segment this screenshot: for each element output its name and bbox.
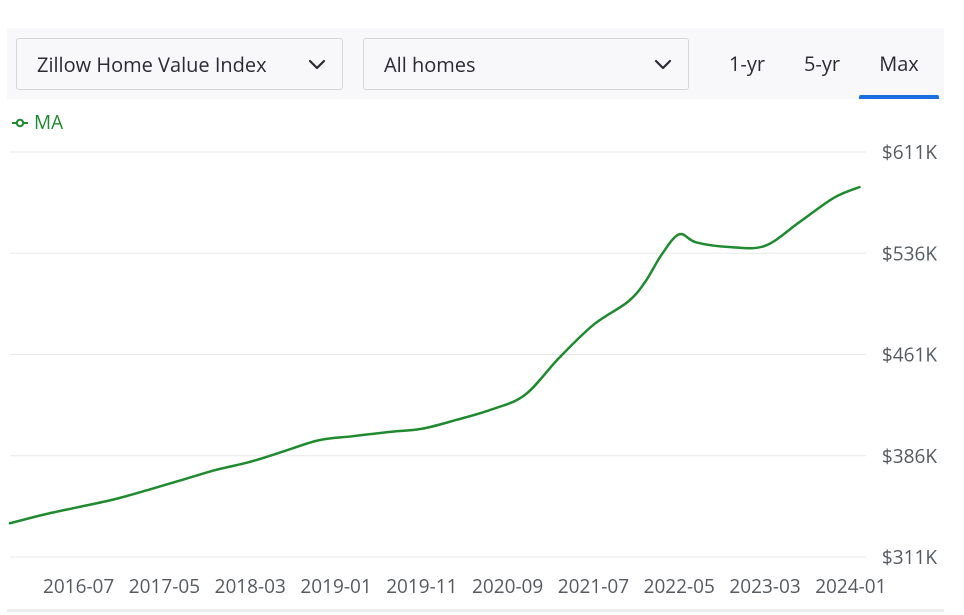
legend-label: MA [34, 109, 63, 135]
x-tick-label: 2023-03 [729, 573, 800, 599]
y-tick-label: $611K [882, 139, 937, 165]
line-chart: $311K $386K $461K $536K $611K 2016-07 2017-05… [8, 109, 937, 599]
series-layer [8, 185, 861, 525]
series-line-ma [8, 185, 861, 525]
y-tick-label: $461K [882, 342, 937, 368]
y-tick-label: $386K [882, 443, 937, 469]
y-tick-label: $311K [882, 544, 937, 570]
legend[interactable]: MA [12, 109, 63, 135]
x-tick-label: 2017-05 [129, 573, 200, 599]
x-axis: 2016-07 2017-05 2018-03 2019-01 2019-11 2020-… [43, 573, 886, 599]
y-axis: $311K $386K $461K $536K $611K [882, 139, 937, 570]
legend-marker-dot [15, 118, 25, 128]
x-tick-label: 2022-05 [644, 573, 715, 599]
y-tick-label: $536K [882, 240, 937, 266]
x-tick-label: 2018-03 [215, 573, 286, 599]
x-tick-label: 2021-07 [558, 573, 629, 599]
grid-lines [10, 151, 866, 558]
x-tick-label: 2019-11 [386, 573, 457, 599]
x-tick-label: 2019-01 [300, 573, 371, 599]
x-tick-label: 2016-07 [43, 573, 114, 599]
x-tick-label: 2020-09 [472, 573, 543, 599]
chart-bottom-border [7, 609, 944, 612]
x-tick-label: 2024-01 [815, 573, 886, 599]
